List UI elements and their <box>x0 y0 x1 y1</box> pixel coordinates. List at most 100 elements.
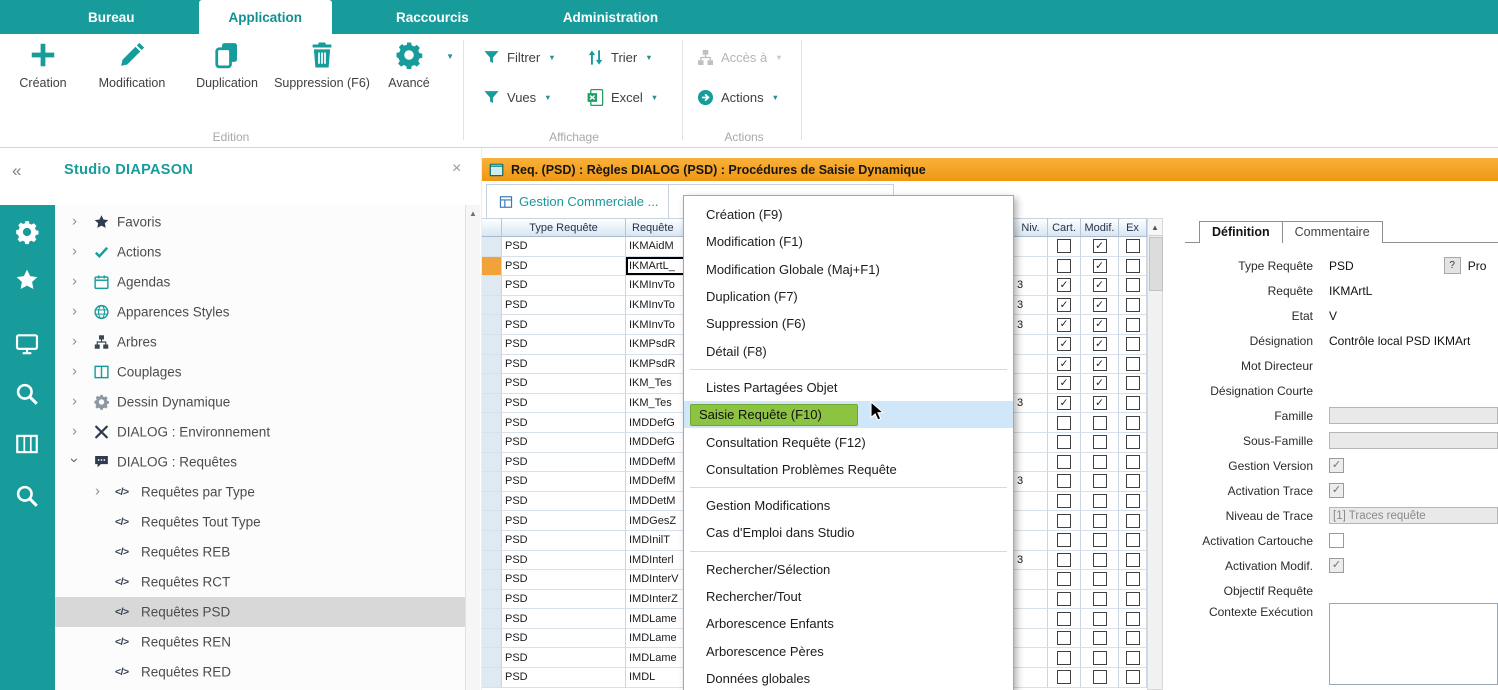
search-icon[interactable] <box>14 483 40 509</box>
menu-item-rechercher-tout[interactable]: Rechercher/Tout <box>684 583 1013 610</box>
modification-button[interactable]: Modification <box>84 40 180 92</box>
tree-item-requetes-tout-type[interactable]: </>Requêtes Tout Type <box>55 507 465 537</box>
menu-item-creation-f9[interactable]: Création (F9) <box>684 201 1013 228</box>
row-selector[interactable] <box>482 374 502 394</box>
scroll-up-icon[interactable]: ▲ <box>1148 219 1162 236</box>
cart-checkbox[interactable] <box>1057 416 1071 430</box>
dropdown-arrow-icon[interactable]: ▼ <box>548 53 555 62</box>
ex-checkbox[interactable] <box>1126 651 1140 665</box>
cart-checkbox[interactable] <box>1057 572 1071 586</box>
cart-checkbox[interactable] <box>1057 670 1071 684</box>
modif-checkbox[interactable] <box>1093 553 1107 567</box>
ribbon-tab-raccourcis[interactable]: Raccourcis <box>366 0 499 34</box>
ex-checkbox[interactable] <box>1126 435 1140 449</box>
tree-item-requetes-psd[interactable]: </>Requêtes PSD <box>55 597 465 627</box>
modif-checkbox[interactable] <box>1093 533 1107 547</box>
ex-checkbox[interactable] <box>1126 631 1140 645</box>
cart-checkbox[interactable] <box>1057 592 1071 606</box>
tree-item-actions[interactable]: ›Actions <box>55 237 465 267</box>
row-selector[interactable] <box>482 551 502 571</box>
tree-item-agendas[interactable]: ›Agendas <box>55 267 465 297</box>
search-icon[interactable] <box>14 381 40 407</box>
ex-checkbox[interactable] <box>1126 357 1140 371</box>
trier-button[interactable]: Trier▼ <box>586 48 653 67</box>
help-button[interactable]: ? <box>1444 257 1461 274</box>
cart-checkbox[interactable]: ✓ <box>1057 278 1071 292</box>
menu-item-cas-d-emploi-dans-studio[interactable]: Cas d'Emploi dans Studio <box>684 519 1013 546</box>
cart-checkbox[interactable]: ✓ <box>1057 357 1071 371</box>
menu-item-donnees-globales[interactable]: Données globales <box>684 665 1013 690</box>
vues-button[interactable]: Vues▼ <box>482 88 552 107</box>
tree-item-dialog-environnement[interactable]: ›DIALOG : Environnement <box>55 417 465 447</box>
dropdown-arrow-icon[interactable]: ▼ <box>645 53 652 62</box>
chevron-down-icon[interactable]: › <box>66 458 83 463</box>
ex-checkbox[interactable] <box>1126 298 1140 312</box>
row-selector[interactable] <box>482 237 502 257</box>
cart-checkbox[interactable] <box>1057 514 1071 528</box>
ribbon-tab-bureau[interactable]: Bureau <box>58 0 165 34</box>
ex-checkbox[interactable] <box>1126 592 1140 606</box>
row-selector[interactable] <box>482 394 502 414</box>
row-selector[interactable] <box>482 492 502 512</box>
menu-item-rechercher-selection[interactable]: Rechercher/Sélection <box>684 556 1013 583</box>
cart-checkbox[interactable] <box>1057 651 1071 665</box>
row-selector[interactable] <box>482 335 502 355</box>
menu-item-listes-partagees-objet[interactable]: Listes Partagées Objet <box>684 374 1013 401</box>
menu-item-modification-f1[interactable]: Modification (F1) <box>684 228 1013 255</box>
modif-checkbox[interactable]: ✓ <box>1093 396 1107 410</box>
ex-checkbox[interactable] <box>1126 416 1140 430</box>
ex-checkbox[interactable] <box>1126 376 1140 390</box>
chevron-right-icon[interactable]: › <box>72 273 77 290</box>
field-input[interactable]: [1] Traces requête <box>1329 507 1498 524</box>
chevron-right-icon[interactable]: › <box>95 483 100 500</box>
cart-checkbox[interactable] <box>1057 612 1071 626</box>
ex-checkbox[interactable] <box>1126 572 1140 586</box>
cart-checkbox[interactable]: ✓ <box>1057 298 1071 312</box>
modif-checkbox[interactable] <box>1093 670 1107 684</box>
cart-checkbox[interactable] <box>1057 239 1071 253</box>
collapse-sidebar-button[interactable]: « <box>12 161 21 181</box>
menu-item-consultation-requete-f12[interactable]: Consultation Requête (F12) <box>684 428 1013 455</box>
row-selector[interactable] <box>482 570 502 590</box>
row-selector[interactable] <box>482 296 502 316</box>
ribbon-tab-administration[interactable]: Administration <box>533 0 688 34</box>
menu-item-suppression-f6[interactable]: Suppression (F6) <box>684 310 1013 337</box>
modif-checkbox[interactable] <box>1093 435 1107 449</box>
suppression-f6-button[interactable]: Suppression (F6) <box>272 40 372 92</box>
ex-checkbox[interactable] <box>1126 514 1140 528</box>
ex-checkbox[interactable] <box>1126 318 1140 332</box>
tab-commentaire[interactable]: Commentaire <box>1282 221 1383 243</box>
column-header-cart[interactable]: Cart. <box>1048 218 1081 237</box>
dropdown-arrow-icon[interactable]: ▼ <box>446 52 454 61</box>
chevron-right-icon[interactable]: › <box>72 333 77 350</box>
row-selector[interactable] <box>482 257 502 277</box>
cart-checkbox[interactable]: ✓ <box>1057 318 1071 332</box>
tree-item-couplages[interactable]: ›Couplages <box>55 357 465 387</box>
creation-button[interactable]: Création <box>10 40 76 92</box>
row-selector[interactable] <box>482 433 502 453</box>
modif-checkbox[interactable]: ✓ <box>1093 278 1107 292</box>
tree-item-dialog-requetes[interactable]: ›DIALOG : Requêtes <box>55 447 465 477</box>
cart-checkbox[interactable] <box>1057 533 1071 547</box>
gear-icon[interactable] <box>14 219 40 245</box>
menu-item-modification-globale-maj-f1[interactable]: Modification Globale (Maj+F1) <box>684 256 1013 283</box>
ex-checkbox[interactable] <box>1126 396 1140 410</box>
ex-checkbox[interactable] <box>1126 259 1140 273</box>
modif-checkbox[interactable] <box>1093 455 1107 469</box>
tree-item-dessin-dynamique[interactable]: ›Dessin Dynamique <box>55 387 465 417</box>
menu-item-detail-f8[interactable]: Détail (F8) <box>684 337 1013 364</box>
modif-checkbox[interactable]: ✓ <box>1093 239 1107 253</box>
row-selector[interactable] <box>482 413 502 433</box>
chevron-right-icon[interactable]: › <box>72 363 77 380</box>
column-header-type-requete[interactable]: Type Requête <box>502 218 626 237</box>
tree-item-requetes-rct[interactable]: </>Requêtes RCT <box>55 567 465 597</box>
row-selector[interactable] <box>482 315 502 335</box>
cart-checkbox[interactable] <box>1057 494 1071 508</box>
row-selector[interactable] <box>482 609 502 629</box>
ex-checkbox[interactable] <box>1126 533 1140 547</box>
chevron-right-icon[interactable]: › <box>72 423 77 440</box>
scroll-up-icon[interactable]: ▲ <box>466 205 480 218</box>
modif-checkbox[interactable] <box>1093 494 1107 508</box>
field-checkbox[interactable] <box>1329 533 1344 548</box>
filtrer-button[interactable]: Filtrer▼ <box>482 48 556 67</box>
